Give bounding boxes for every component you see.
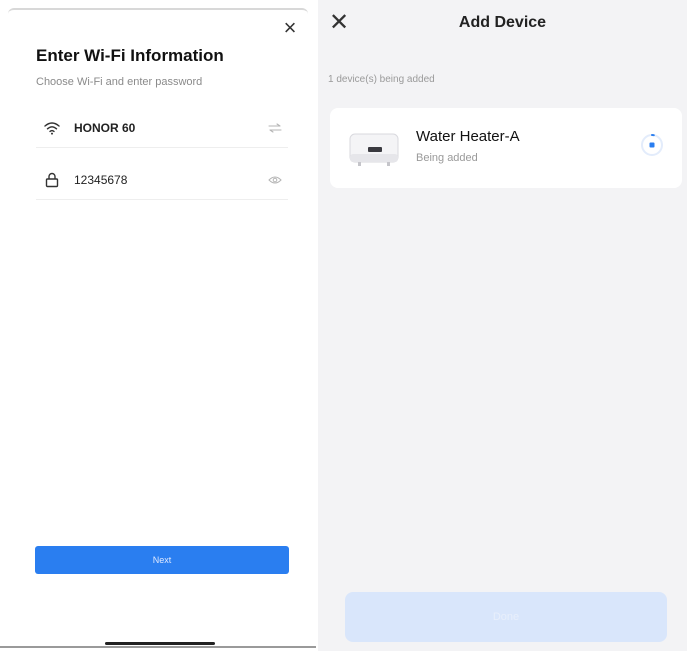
add-device-screen: ✕ Add Device 1 device(s) being added Wat… (318, 0, 687, 651)
wifi-network-field[interactable]: HONOR 60 (36, 108, 288, 148)
device-count-text: 1 device(s) being added (328, 74, 435, 85)
wifi-info-screen: × Enter Wi-Fi Information Choose Wi-Fi a… (8, 8, 308, 645)
progress-spinner-icon (640, 133, 664, 157)
password-field[interactable]: 12345678 (36, 160, 288, 200)
device-name: Water Heater-A (416, 128, 520, 145)
switch-network-icon[interactable] (264, 117, 286, 139)
page-subtitle: Choose Wi-Fi and enter password (36, 76, 203, 88)
password-value: 12345678 (74, 172, 128, 187)
close-icon[interactable]: × (280, 17, 300, 39)
done-button[interactable]: Done (345, 592, 667, 642)
wifi-network-name: HONOR 60 (74, 120, 136, 135)
water-heater-icon (348, 128, 400, 168)
lock-icon (40, 168, 64, 192)
page-title: Add Device (458, 14, 547, 31)
home-indicator (105, 642, 215, 645)
eye-icon[interactable] (264, 169, 286, 191)
page-title: Enter Wi-Fi Information (36, 46, 224, 65)
device-status: Being added (416, 152, 478, 164)
device-card[interactable]: Water Heater-A Being added (330, 108, 682, 188)
next-button[interactable]: Next (35, 546, 289, 574)
divider (0, 646, 316, 648)
wifi-icon (40, 116, 64, 140)
